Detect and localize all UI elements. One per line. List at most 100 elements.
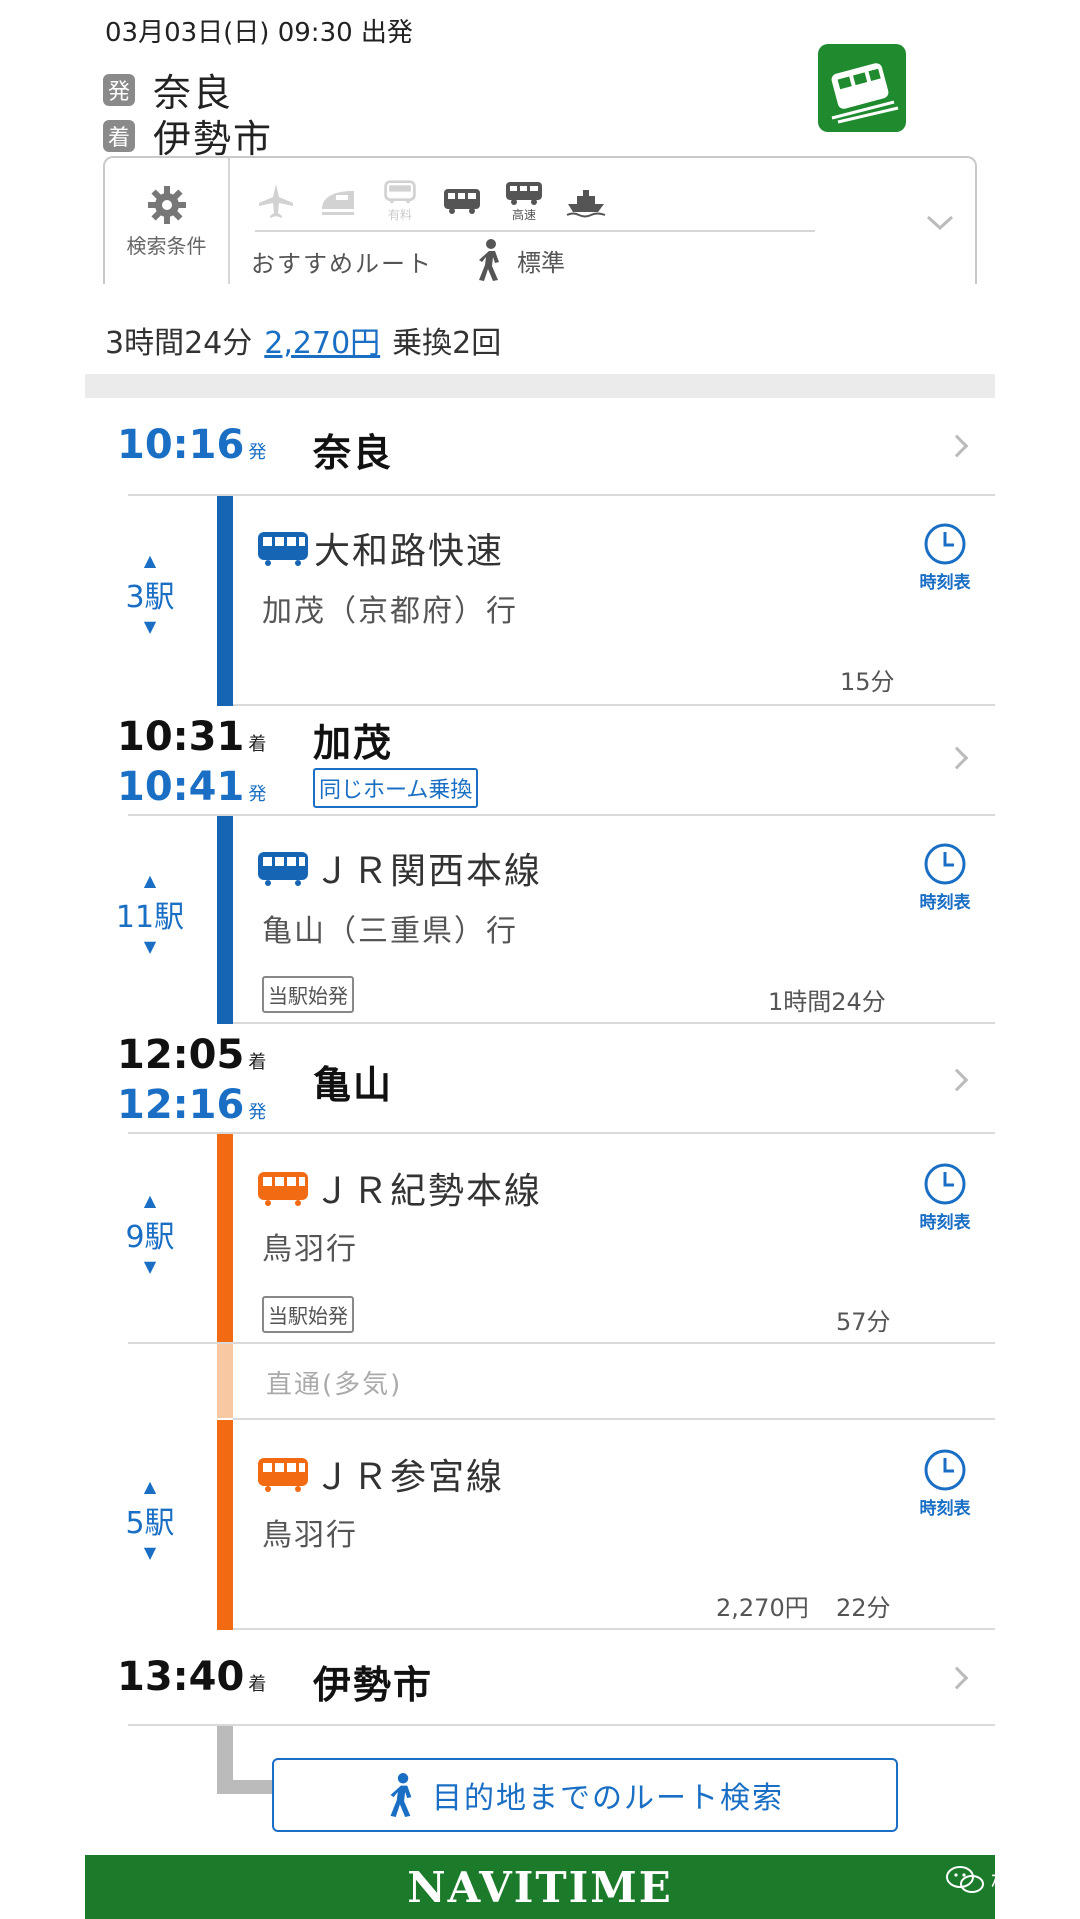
footer-banner[interactable]: NAVITIME <box>85 1855 995 1919</box>
leg-duration: 1時間24分 <box>768 988 886 1016</box>
triangle-down-icon: ▼ <box>143 937 157 956</box>
line-color-bar <box>217 496 233 706</box>
ferry-icon[interactable] <box>565 179 607 223</box>
leg-fare: 2,270円 <box>716 1594 809 1622</box>
stop-count[interactable]: ▲ 11駅 ▼ <box>110 870 190 958</box>
clock-icon <box>924 1449 966 1491</box>
station-row-nara[interactable]: 10:16 発 奈良 <box>85 398 995 494</box>
departure-datetime: 03月03日(日) 09:30 出発 <box>105 18 413 48</box>
line-name[interactable]: ＪＲ関西本線 <box>256 842 542 894</box>
departure-time: 12:16 発 <box>117 1082 267 1128</box>
destination: 亀山（三重県）行 <box>262 914 518 949</box>
walker-icon <box>390 1773 412 1817</box>
airplane-icon[interactable] <box>255 179 297 223</box>
line-name[interactable]: ＪＲ紀勢本線 <box>256 1162 542 1214</box>
through-bar <box>217 1344 233 1418</box>
stop-count[interactable]: ▲ 9駅 ▼ <box>110 1190 190 1278</box>
chevron-right-icon <box>945 746 969 770</box>
clock-icon <box>924 1163 966 1205</box>
timetable-button[interactable]: 時刻表 <box>910 1162 980 1233</box>
chevron-right-icon <box>945 1068 969 1092</box>
destination-row: 着 伊勢市 <box>103 108 273 163</box>
divider <box>128 494 995 496</box>
walker-icon <box>479 239 499 281</box>
timetable-button[interactable]: 時刻表 <box>910 842 980 913</box>
triangle-down-icon: ▼ <box>143 617 157 636</box>
train-icon <box>258 852 308 886</box>
origin-station-badge: 当駅始発 <box>262 976 354 1013</box>
line-name[interactable]: 大和路快速 <box>256 522 504 574</box>
line-name[interactable]: ＪＲ参宮線 <box>256 1448 504 1500</box>
destination: 鳥羽行 <box>262 1232 358 1267</box>
route-type[interactable]: おすすめルート <box>251 244 433 279</box>
limited-express-icon[interactable]: 有料 <box>379 179 421 223</box>
line-color-bar <box>217 1134 233 1344</box>
train-app-icon[interactable] <box>818 44 906 132</box>
triangle-down-icon: ▼ <box>143 1257 157 1276</box>
divider <box>128 1724 995 1726</box>
shinkansen-icon[interactable] <box>317 179 359 223</box>
destination: 加茂（京都府）行 <box>262 594 518 629</box>
arrival-badge: 着 <box>103 119 135 152</box>
line-color-bar <box>217 1420 233 1630</box>
timetable-button[interactable]: 時刻表 <box>910 1448 980 1519</box>
station-row-iseshi[interactable]: 13:40 着 伊勢市 <box>85 1630 995 1724</box>
station-name: 亀山 <box>313 1063 394 1107</box>
divider <box>233 1418 995 1420</box>
stop-count[interactable]: ▲ 3駅 ▼ <box>110 550 190 638</box>
bus-icon[interactable] <box>441 179 483 223</box>
through-service: 直通(多気) <box>266 1370 403 1400</box>
triangle-up-icon: ▲ <box>143 871 157 890</box>
triangle-up-icon: ▲ <box>143 1477 157 1496</box>
triangle-up-icon: ▲ <box>143 551 157 570</box>
walk-speed-label: 標準 <box>517 248 565 277</box>
total-fare-link[interactable]: 2,270円 <box>264 318 380 362</box>
destination-station: 伊勢市 <box>153 117 274 161</box>
divider <box>128 814 995 816</box>
route-search-button[interactable]: 目的地までのルート検索 <box>272 1758 898 1832</box>
walk-connector-horizontal <box>217 1780 273 1794</box>
departure-time: 10:16 発 <box>117 422 267 468</box>
divider <box>128 1132 995 1134</box>
station-row-kamo[interactable]: 10:31 着 10:41 発 加茂 同じホーム乗換 <box>85 706 995 814</box>
train-icon <box>258 532 308 566</box>
station-name: 伊勢市 <box>313 1663 434 1707</box>
clock-icon <box>924 523 966 565</box>
chevron-right-icon <box>945 434 969 458</box>
triangle-down-icon: ▼ <box>143 1543 157 1562</box>
gear-icon <box>147 185 186 224</box>
transfer-count: 乗換2回 <box>392 326 502 361</box>
route-summary: 3時間24分 2,270円 乗換2回 <box>105 318 501 362</box>
divider <box>128 1342 995 1344</box>
watermark: 桢叶 <box>945 1862 1039 1897</box>
station-name: 加茂 <box>313 721 394 765</box>
search-conditions-panel[interactable]: 検索条件 有料 高速 おすすめルート 標準 <box>103 156 977 284</box>
leg-duration: 15分 <box>840 668 895 696</box>
same-platform-badge: 同じホーム乗換 <box>313 768 479 808</box>
departure-badge: 発 <box>103 73 135 106</box>
walk-speed[interactable]: 標準 <box>475 238 565 282</box>
stop-count[interactable]: ▲ 5駅 ▼ <box>110 1476 190 1564</box>
train-icon <box>258 1458 308 1492</box>
triangle-up-icon: ▲ <box>143 1191 157 1210</box>
station-row-kameyama[interactable]: 12:05 着 12:16 発 亀山 <box>85 1024 995 1132</box>
arrival-time: 10:31 着 <box>117 714 267 760</box>
search-conditions-button[interactable]: 検索条件 <box>105 158 230 284</box>
section-divider <box>85 374 995 398</box>
departure-time: 10:41 発 <box>117 764 267 810</box>
clock-icon <box>924 843 966 885</box>
highway-bus-icon[interactable]: 高速 <box>503 179 545 223</box>
origin-station-badge: 当駅始発 <box>262 1296 354 1333</box>
destination: 鳥羽行 <box>262 1518 358 1553</box>
leg-duration: 57分 <box>836 1308 891 1336</box>
timetable-button[interactable]: 時刻表 <box>910 522 980 593</box>
arrival-time: 13:40 着 <box>117 1654 267 1700</box>
chevron-down-icon[interactable] <box>925 214 955 236</box>
transport-modes: 有料 高速 <box>255 172 815 232</box>
station-name: 奈良 <box>313 431 394 475</box>
wechat-icon <box>946 1865 984 1893</box>
limited-express-sub: 有料 <box>387 208 412 222</box>
train-icon <box>258 1172 308 1206</box>
chevron-right-icon <box>945 1666 969 1690</box>
arrival-time: 12:05 着 <box>117 1032 267 1078</box>
